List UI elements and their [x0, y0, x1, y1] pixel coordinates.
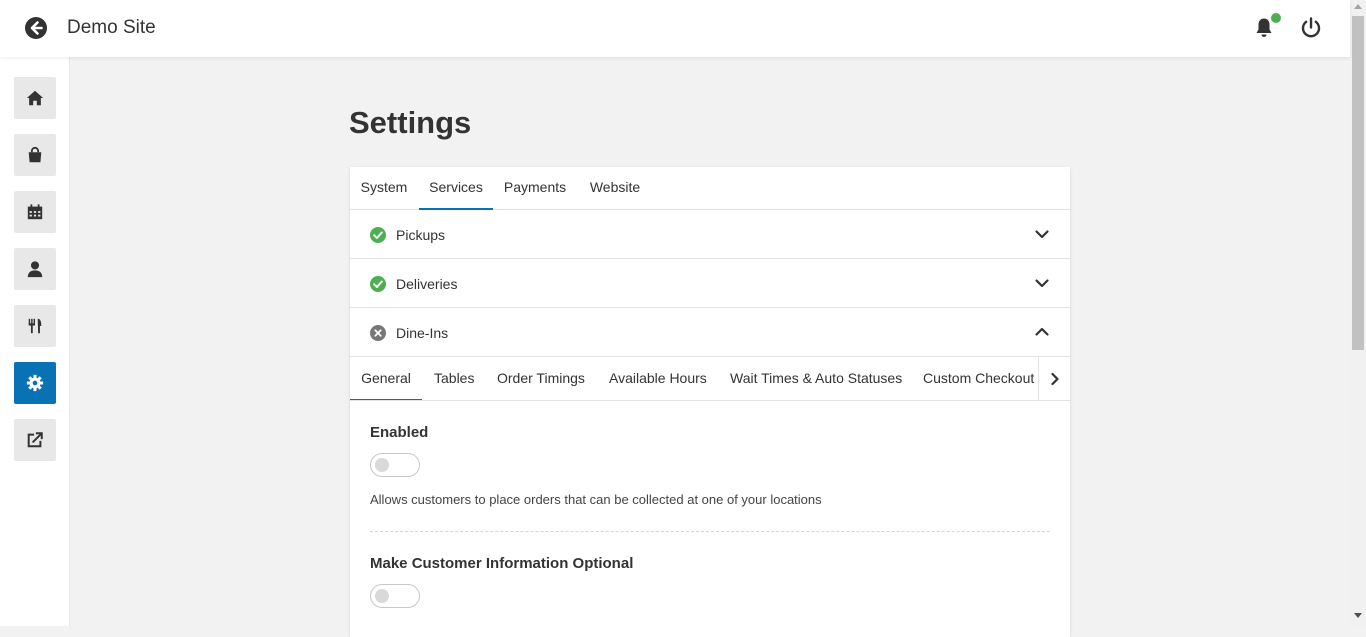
logout-button[interactable] — [1299, 16, 1323, 40]
chevron-right-icon — [1050, 372, 1059, 385]
arrow-left-circle-icon — [25, 17, 47, 39]
gear-icon — [26, 374, 44, 392]
field-enabled-description: Allows customers to place orders that ca… — [370, 492, 822, 507]
tab-system[interactable]: System — [350, 167, 418, 210]
subtab-wait-times[interactable]: Wait Times & Auto Statuses — [730, 357, 902, 400]
service-label: Deliveries — [396, 276, 458, 292]
check-circle-icon — [370, 276, 386, 292]
top-bar: Demo Site — [0, 0, 1350, 57]
shopping-bag-icon — [28, 146, 42, 163]
tab-payments[interactable]: Payments — [495, 167, 575, 210]
subtab-available-hours[interactable]: Available Hours — [609, 357, 707, 400]
subtab-general[interactable]: General — [350, 357, 422, 400]
external-link-icon — [27, 432, 43, 448]
utensils-icon — [28, 318, 42, 334]
scrollbar-thumb[interactable] — [1352, 16, 1364, 350]
service-label: Pickups — [396, 227, 446, 243]
tab-website[interactable]: Website — [580, 167, 650, 210]
dine-ins-subtabs: General Tables Order Timings Available H… — [350, 357, 1070, 401]
toggle-knob — [375, 589, 389, 603]
enabled-toggle[interactable] — [370, 453, 420, 477]
service-pickups-row[interactable]: Pickups — [350, 210, 1070, 259]
subtab-order-timings[interactable]: Order Timings — [497, 357, 585, 400]
service-dine-ins-row[interactable]: Dine-Ins — [350, 308, 1070, 357]
subtab-tables[interactable]: Tables — [434, 357, 474, 400]
tab-services[interactable]: Services — [419, 167, 493, 210]
settings-card: System Services Payments Website Pickups… — [350, 167, 1070, 637]
service-deliveries-row[interactable]: Deliveries — [350, 259, 1070, 308]
field-customer-info-optional-title: Make Customer Information Optional — [370, 555, 634, 572]
field-divider — [370, 531, 1050, 532]
sidebar-item-menus[interactable] — [14, 305, 56, 347]
chevron-down-icon — [1035, 279, 1049, 288]
sidebar — [0, 57, 70, 626]
sidebar-item-bookings[interactable] — [14, 191, 56, 233]
user-icon — [27, 261, 43, 278]
sidebar-item-view-site[interactable] — [14, 419, 56, 461]
chevron-up-icon — [1035, 327, 1049, 336]
settings-tabs: System Services Payments Website — [350, 167, 1070, 210]
calendar-icon — [27, 204, 43, 220]
sidebar-item-customers[interactable] — [14, 248, 56, 290]
power-icon — [1301, 17, 1321, 38]
subtabs-scroll-right-button[interactable] — [1038, 357, 1070, 400]
scroll-down-arrow[interactable] — [1354, 613, 1362, 618]
home-icon — [26, 90, 44, 106]
scroll-up-arrow[interactable] — [1354, 4, 1362, 9]
customer-info-optional-toggle[interactable] — [370, 584, 420, 608]
chevron-down-icon — [1035, 230, 1049, 239]
sidebar-item-settings[interactable] — [14, 362, 56, 404]
x-circle-icon — [370, 325, 386, 341]
page-scrollbar[interactable] — [1350, 0, 1366, 626]
service-label: Dine-Ins — [396, 325, 449, 341]
page-title: Settings — [349, 105, 472, 140]
notification-dot — [1271, 13, 1281, 23]
back-button[interactable] — [24, 16, 48, 40]
sidebar-item-orders[interactable] — [14, 134, 56, 176]
sidebar-item-home[interactable] — [14, 77, 56, 119]
check-circle-icon — [370, 227, 386, 243]
field-enabled-title: Enabled — [370, 424, 429, 441]
site-title: Demo Site — [67, 17, 156, 38]
toggle-knob — [375, 458, 389, 472]
